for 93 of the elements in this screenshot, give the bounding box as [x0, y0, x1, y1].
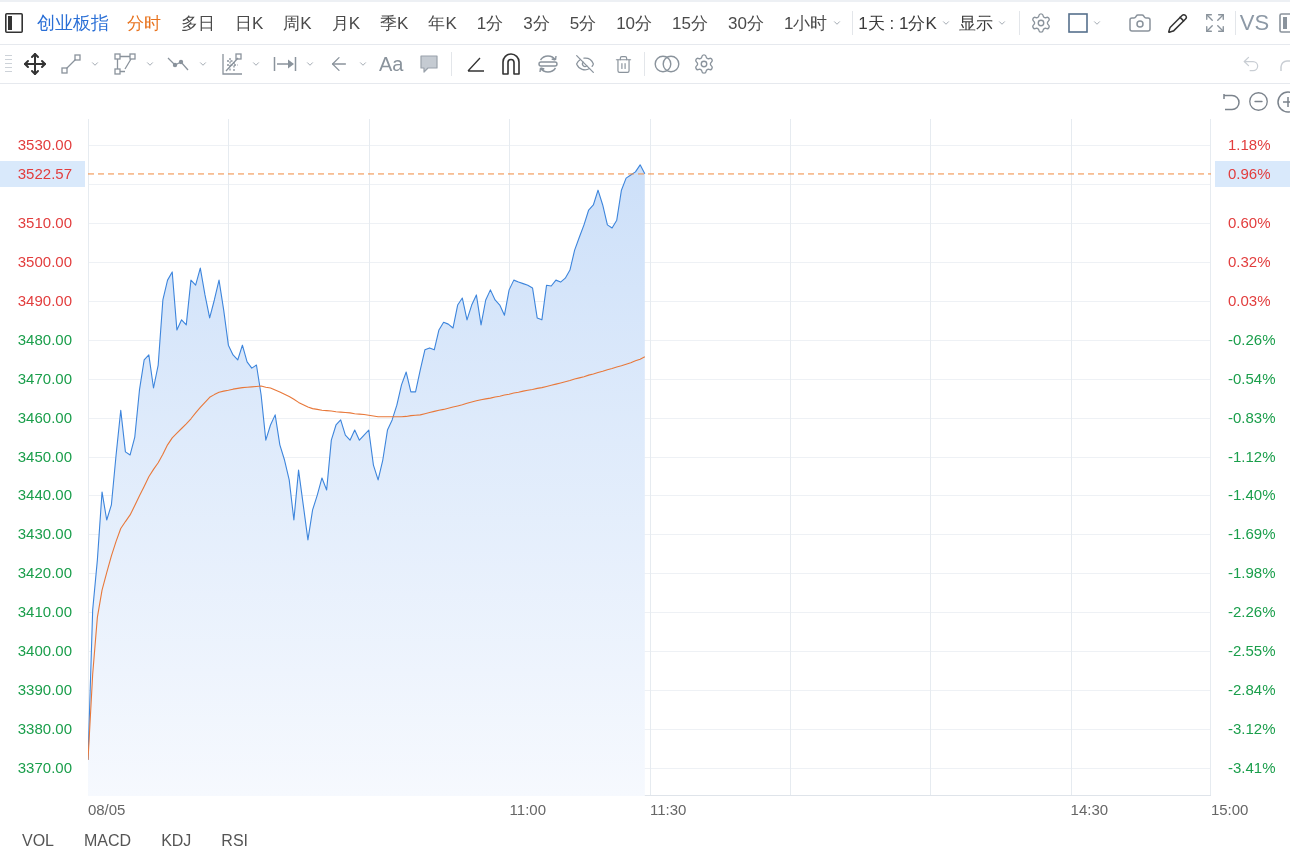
period-tab[interactable]: 10分 [606, 11, 663, 35]
panel-icon[interactable] [1279, 12, 1290, 34]
fullscreen-icon[interactable] [1203, 12, 1226, 34]
indicator-tab[interactable]: MACD [84, 831, 132, 851]
caret-icon[interactable] [305, 59, 315, 69]
percent-axis-label: -2.55% [1228, 641, 1276, 662]
caret-icon[interactable] [145, 59, 155, 69]
period-tab[interactable]: 季K [370, 11, 419, 35]
period-tab[interactable]: 30分 [717, 11, 774, 35]
angle-icon[interactable] [467, 56, 486, 72]
trash-icon[interactable] [614, 54, 634, 74]
period-tab[interactable]: 月K [321, 11, 371, 35]
percent-axis-label: 0.60% [1228, 212, 1271, 233]
current-price-tag: 3522.57 [0, 160, 85, 187]
reset-icon[interactable] [1221, 91, 1241, 112]
time-axis-label: 08/05 [87, 800, 126, 820]
price-axis-label: 3470.00 [17, 368, 72, 389]
price-axis-label: 3400.00 [17, 641, 72, 662]
time-axis-label: 14:30 [1070, 800, 1109, 820]
eye-off-icon[interactable] [575, 54, 596, 74]
percent-axis-label: -1.40% [1228, 485, 1276, 506]
period-tab[interactable]: 周K [273, 11, 322, 35]
zoom-out-icon[interactable] [1248, 91, 1269, 112]
period-tab[interactable]: 3分 [513, 11, 560, 35]
polygon-tool-icon[interactable] [114, 53, 136, 75]
sync-icon[interactable] [537, 53, 560, 75]
time-axis-label: 11:00 [509, 800, 547, 820]
pencil-icon[interactable] [1166, 12, 1188, 34]
percent-axis-label: -0.54% [1228, 368, 1276, 389]
price-axis-label: 3430.00 [17, 524, 72, 545]
percent-axis-label: -0.83% [1228, 407, 1276, 428]
caret-icon[interactable] [198, 59, 208, 69]
caret-icon[interactable] [251, 59, 261, 69]
period-tab[interactable]: 15分 [662, 11, 718, 35]
range-dropdown[interactable]: 1天 : 1分K [853, 11, 954, 35]
indicator-tab[interactable]: KDJ [161, 831, 192, 851]
percent-axis-label: -2.84% [1228, 680, 1276, 701]
time-axis-label: 15:00 [1210, 800, 1249, 820]
price-axis-label: 3390.00 [17, 680, 72, 701]
move-icon[interactable] [23, 52, 47, 76]
indicator-tab[interactable]: RSI [221, 831, 249, 851]
percent-axis-label: -1.98% [1228, 563, 1276, 584]
period-tab[interactable]: 1分 [466, 11, 514, 35]
circles-icon[interactable] [654, 55, 681, 73]
price-axis-label: 3460.00 [17, 407, 72, 428]
price-axis-label: 3440.00 [17, 485, 72, 506]
percent-axis-label: 0.03% [1228, 290, 1271, 311]
caret-icon[interactable] [1091, 18, 1102, 28]
price-axis-label: 3510.00 [17, 212, 72, 233]
period-tab[interactable]: 1小时 [773, 11, 853, 35]
symbol-name[interactable]: 创业板指 [37, 11, 109, 35]
percent-axis-label: -1.69% [1228, 524, 1276, 545]
percent-axis-label: -3.12% [1228, 719, 1276, 740]
caret-icon[interactable] [940, 18, 951, 28]
period-tab[interactable]: 年K [418, 11, 467, 35]
percent-axis-label: -2.26% [1228, 602, 1276, 623]
price-axis-label: 3380.00 [17, 719, 72, 740]
time-axis-label: 11:30 [650, 800, 687, 820]
measure-icon[interactable] [273, 55, 297, 73]
percent-axis-label: -0.26% [1228, 329, 1276, 350]
period-tab[interactable]: 5分 [559, 11, 607, 35]
price-axis-label: 3420.00 [17, 563, 72, 584]
period-tab[interactable]: 多日 [171, 11, 225, 35]
square-icon[interactable] [1067, 13, 1088, 33]
settings-icon[interactable] [1029, 12, 1052, 34]
period-tab[interactable]: 日K [225, 11, 274, 35]
caret-icon[interactable] [358, 59, 368, 69]
caret-icon[interactable] [996, 18, 1007, 28]
grip-icon[interactable] [5, 54, 12, 74]
line-tool-icon[interactable] [61, 54, 81, 74]
percent-axis-label: -3.41% [1228, 758, 1276, 779]
display-dropdown[interactable]: 显示 [953, 11, 1010, 35]
current-percent-tag: 0.96% [1215, 160, 1290, 187]
magnet-icon[interactable] [501, 53, 522, 75]
sidebar-icon[interactable] [5, 13, 23, 33]
price-axis-label: 3530.00 [17, 135, 72, 155]
camera-icon[interactable] [1127, 11, 1152, 35]
chart-tool-icon[interactable] [221, 53, 243, 75]
price-axis-label: 3410.00 [17, 602, 72, 623]
price-axis-label: 3490.00 [17, 290, 72, 311]
zoom-in-icon[interactable] [1277, 90, 1290, 113]
price-axis-label: 3500.00 [17, 251, 72, 272]
percent-axis-label: -1.12% [1228, 446, 1276, 467]
percent-axis-label: 1.18% [1228, 135, 1271, 155]
price-axis-label: 3450.00 [17, 446, 72, 467]
price-axis-label: 3370.00 [17, 758, 72, 779]
percent-axis-label: 0.32% [1228, 251, 1271, 272]
settings-icon[interactable] [693, 53, 716, 75]
comment-icon[interactable] [419, 54, 440, 74]
price-axis-label: 3480.00 [17, 329, 72, 350]
caret-icon[interactable] [90, 59, 100, 69]
caret-icon[interactable] [832, 18, 843, 28]
indicator-tab[interactable]: VOL [22, 831, 54, 851]
